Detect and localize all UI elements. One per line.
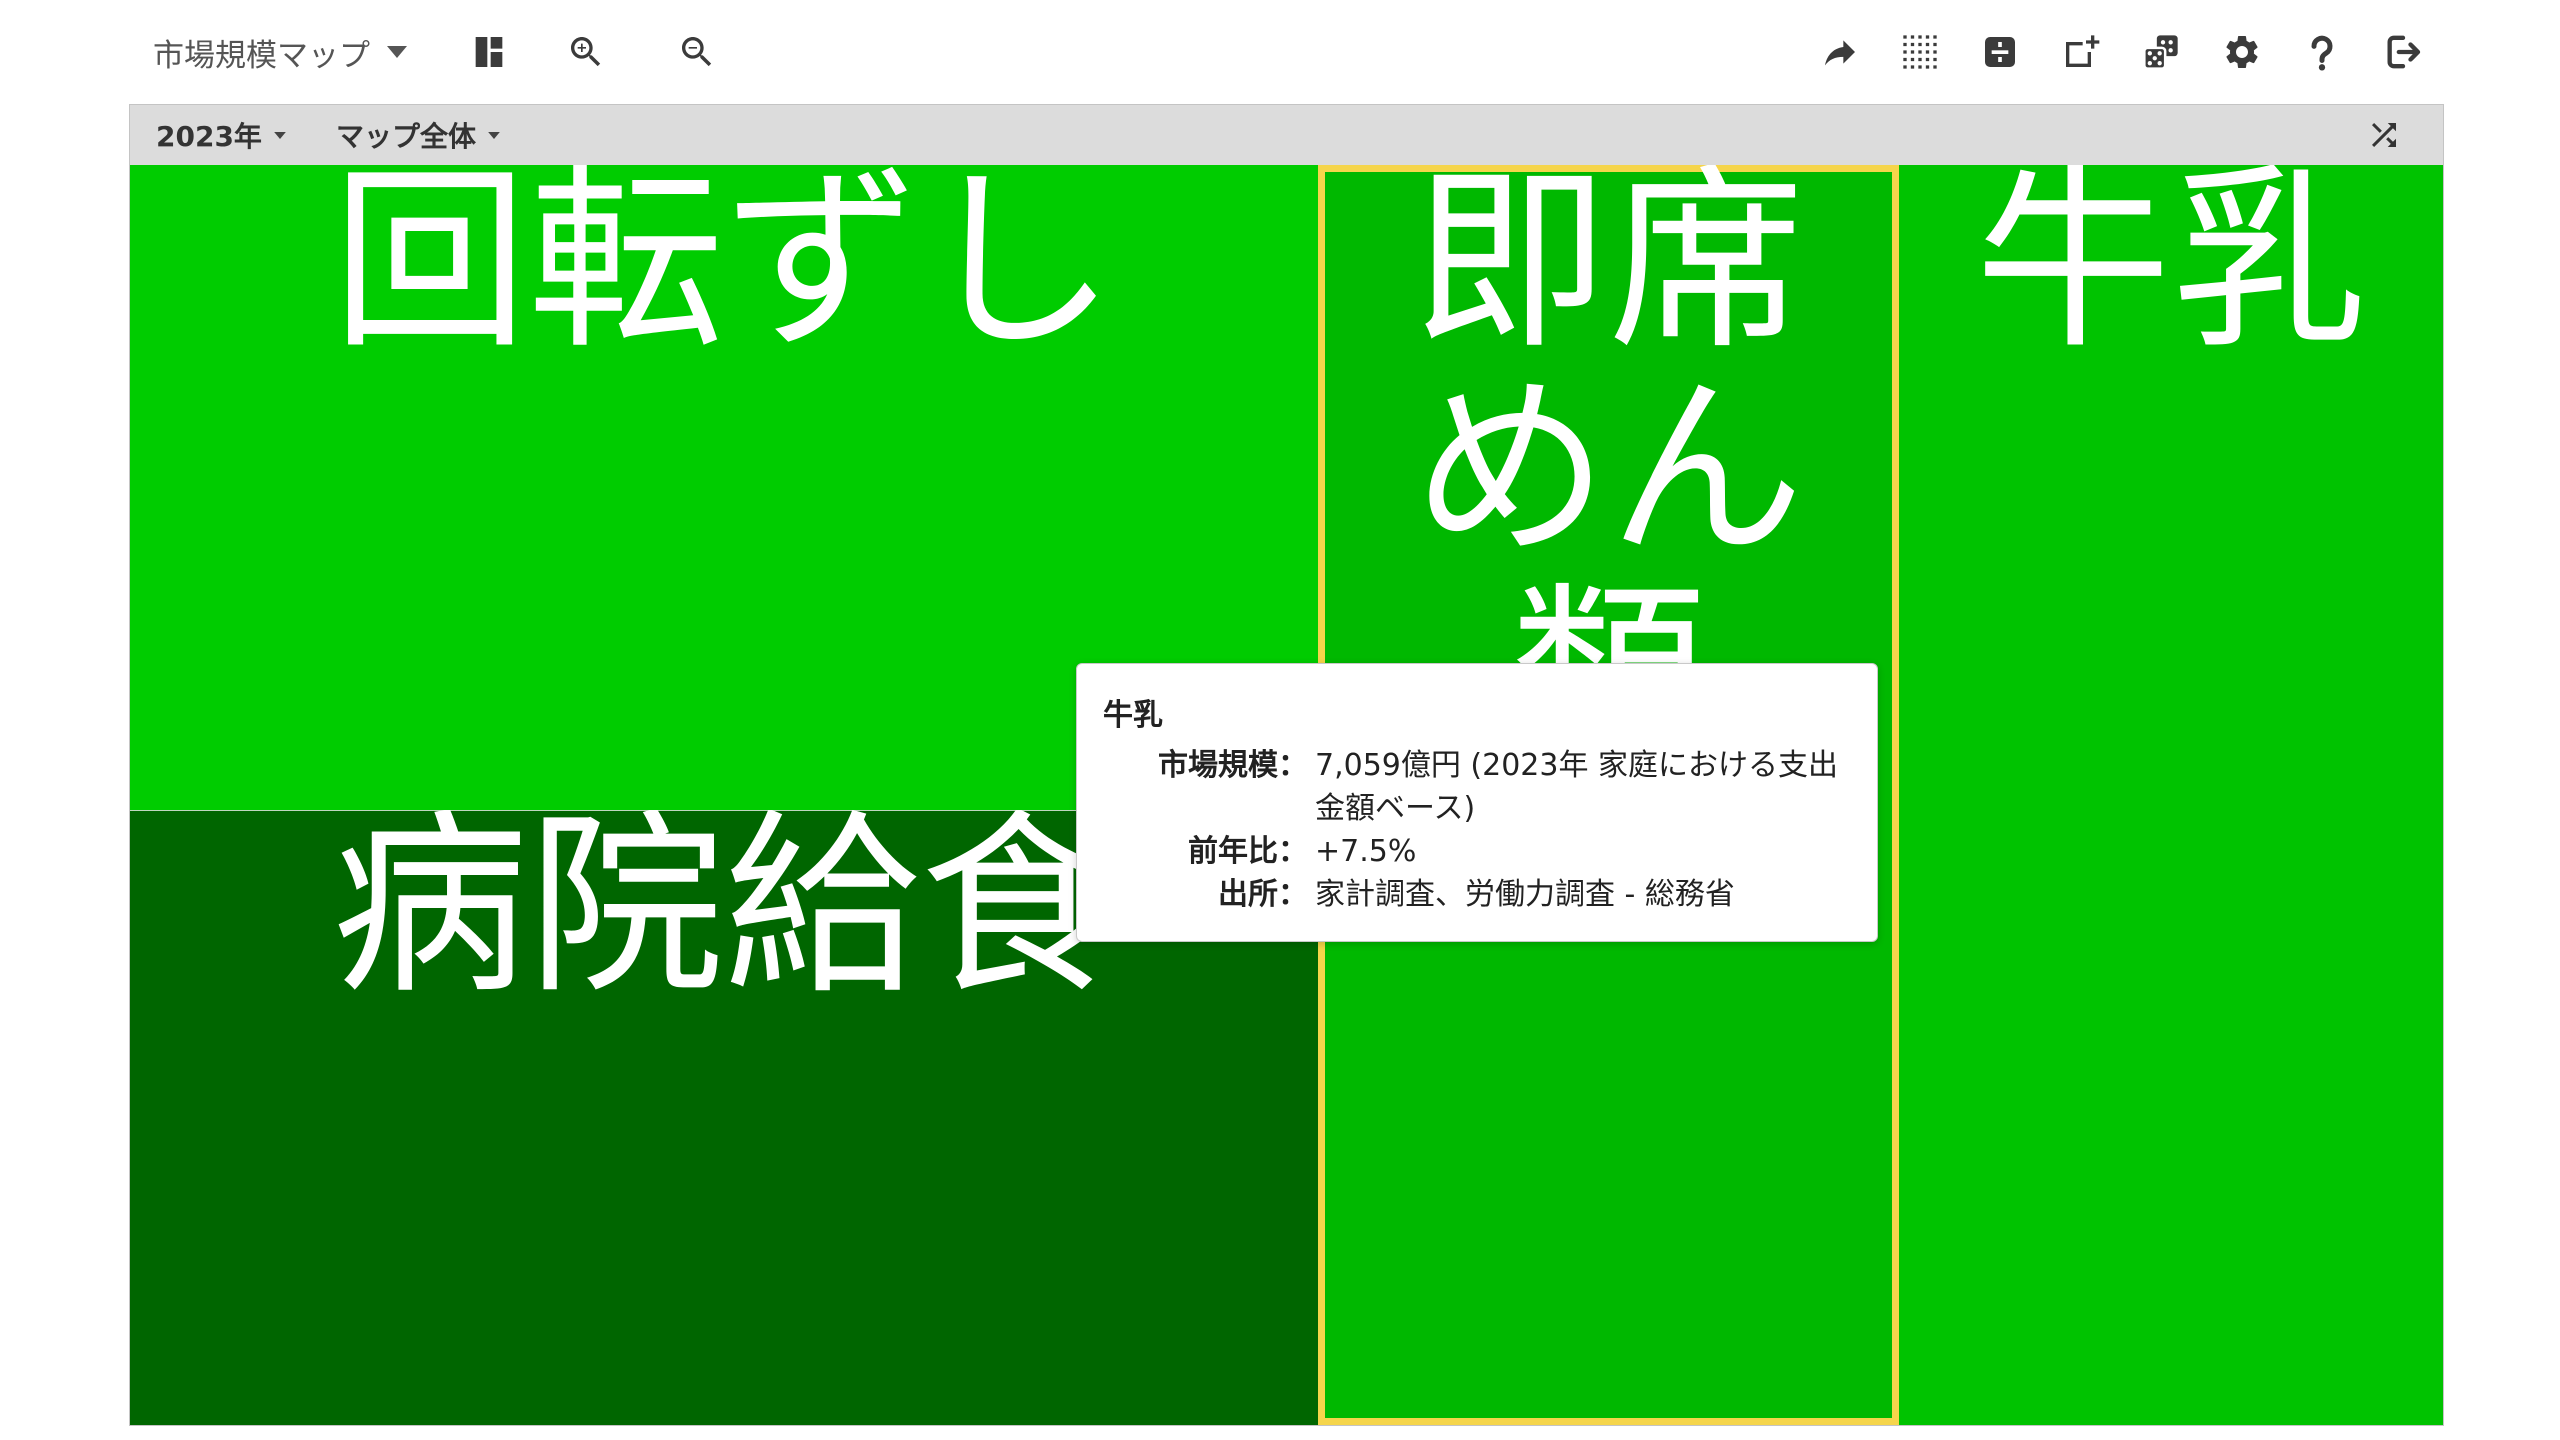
- help-button[interactable]: [2302, 32, 2342, 72]
- layout-button[interactable]: [469, 32, 509, 72]
- filter-bar: 2023年 マップ全体: [130, 105, 2443, 165]
- dice-button[interactable]: [2141, 32, 2181, 72]
- map-title-dropdown[interactable]: 市場規模マップ: [153, 31, 407, 74]
- divide-box-icon: [1985, 37, 2015, 67]
- grid-button[interactable]: [1900, 32, 1940, 72]
- tooltip-label-source: 出所：: [1218, 877, 1308, 912]
- scope-dropdown-label: マップ全体: [336, 120, 477, 153]
- caret-down-icon: [488, 131, 500, 139]
- zoom-out-icon: [682, 37, 712, 67]
- caret-down-icon: [274, 131, 286, 139]
- year-dropdown[interactable]: 2023年: [156, 115, 286, 155]
- divide-box-button[interactable]: [1980, 32, 2020, 72]
- tile-label-kaiten-sushi: 回転ずし: [331, 165, 1116, 376]
- logout-button[interactable]: [2383, 32, 2423, 72]
- zoom-in-button[interactable]: [566, 32, 606, 72]
- dice-icon: [2143, 35, 2178, 70]
- gear-icon: [2226, 36, 2258, 68]
- year-dropdown-label: 2023年: [156, 120, 262, 153]
- share-icon: [1825, 40, 1855, 66]
- map-title: 市場規模マップ: [153, 37, 370, 74]
- tile-tooltip: 牛乳 市場規模： 7,059億円 (2023年 家庭における支出金額ベース) 前…: [1076, 663, 1878, 942]
- tooltip-title: 牛乳: [1103, 698, 1163, 733]
- layout-icon: [475, 37, 503, 67]
- tooltip-value-source: 家計調査、労働力調査 - 総務省: [1315, 877, 1735, 912]
- logout-icon: [2387, 35, 2421, 69]
- settings-button[interactable]: [2222, 32, 2262, 72]
- help-icon: [2311, 35, 2333, 71]
- tooltip-label-yoy: 前年比：: [1188, 834, 1308, 869]
- treemap-tile-milk[interactable]: 牛乳: [1899, 165, 2443, 1425]
- tooltip-value-market-size: 7,059億円 (2023年 家庭における支出金額ベース): [1315, 748, 1839, 826]
- tooltip-details: 市場規模： 7,059億円 (2023年 家庭における支出金額ベース) 前年比：…: [1103, 744, 1851, 916]
- top-toolbar: 市場規模マップ: [0, 0, 2560, 105]
- add-box-button[interactable]: [2061, 32, 2101, 72]
- share-button[interactable]: [1820, 32, 1860, 72]
- tooltip-value-yoy: +7.5%: [1315, 834, 1417, 869]
- shuffle-button[interactable]: [2366, 117, 2402, 153]
- shuffle-icon: [2372, 123, 2396, 147]
- zoom-in-icon: [571, 37, 601, 67]
- tile-label-milk: 牛乳: [1974, 165, 2367, 376]
- caret-down-icon: [387, 46, 407, 58]
- grid-icon: [1903, 35, 1937, 69]
- app-root: 市場規模マップ 2023年 マップ全体 回転ずし 病院給食 即席めん 牛乳 牛乳…: [0, 0, 2560, 1440]
- tooltip-label-market-size: 市場規模：: [1158, 748, 1308, 783]
- add-box-icon: [2066, 35, 2100, 67]
- zoom-out-button[interactable]: [677, 32, 717, 72]
- scope-dropdown[interactable]: マップ全体: [336, 115, 500, 155]
